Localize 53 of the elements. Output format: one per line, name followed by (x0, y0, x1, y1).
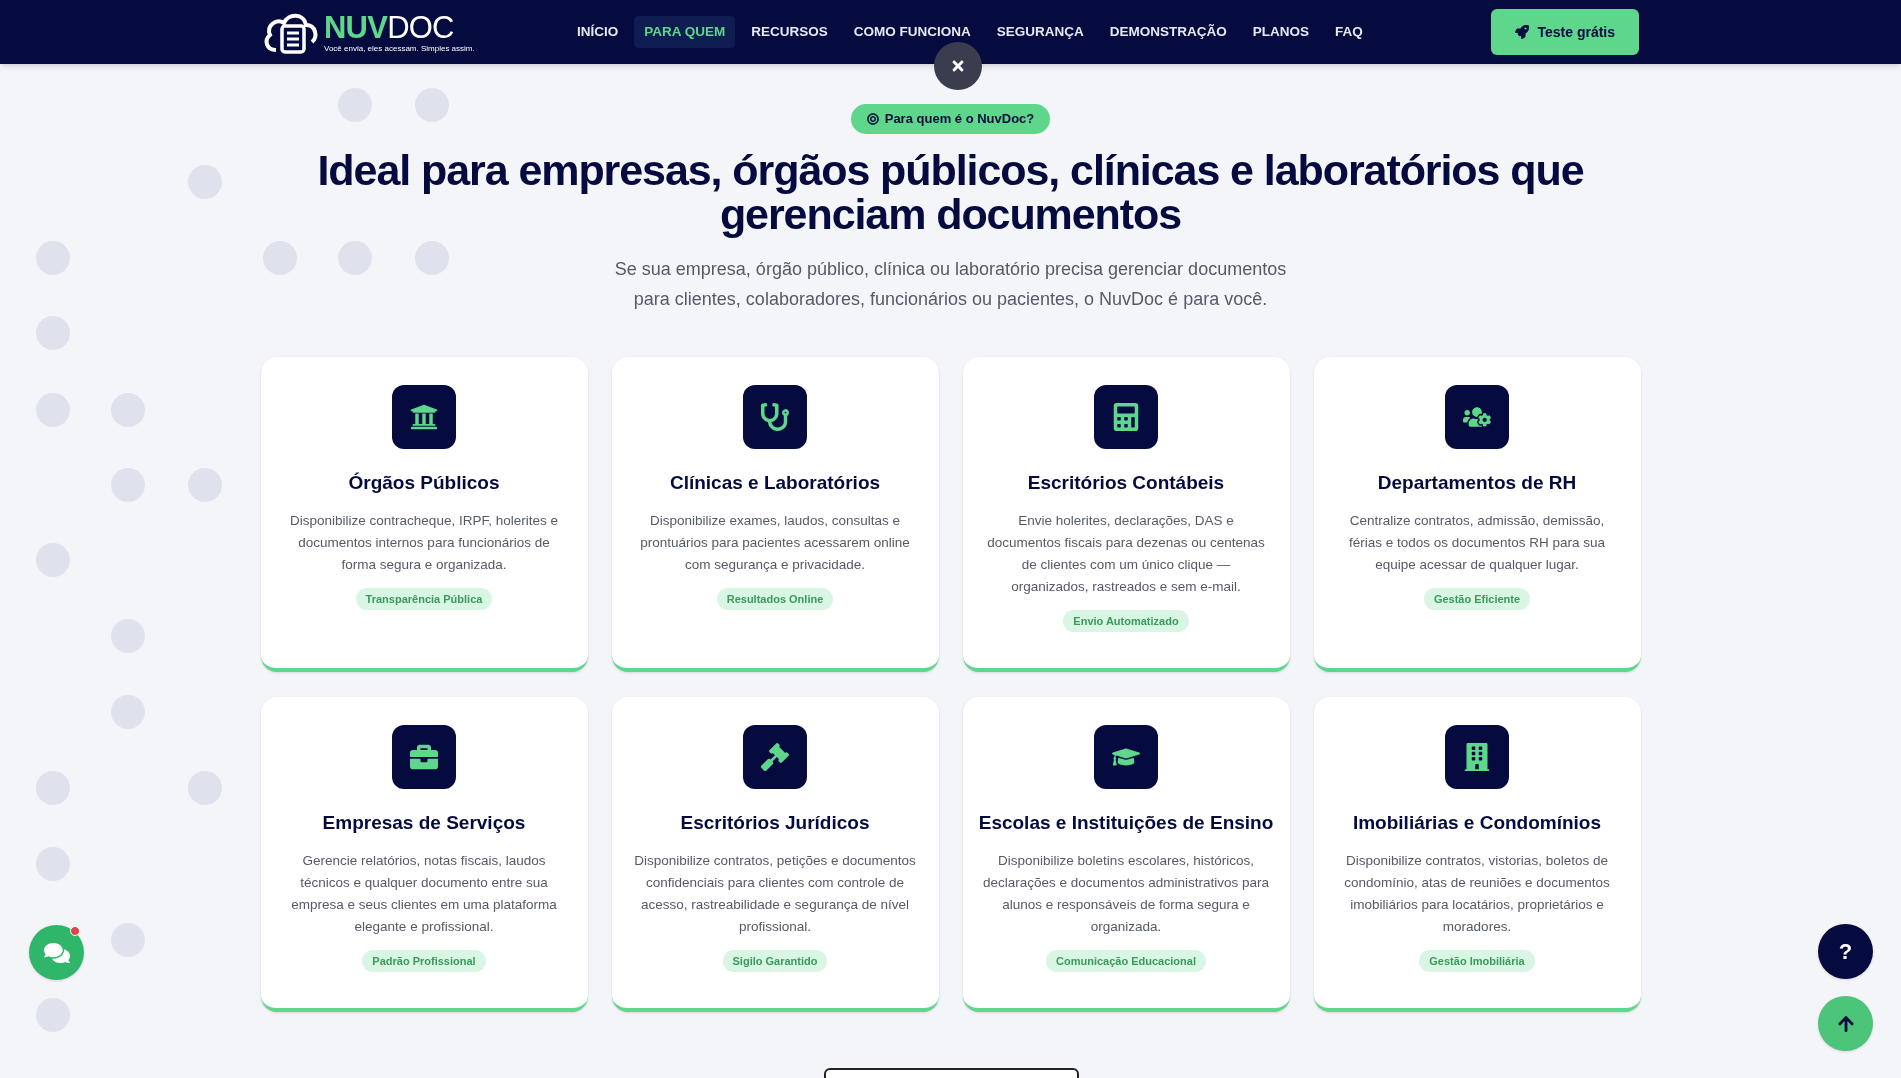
card-description: Centralize contratos, admissão, demissão, férias e todos os documentos RH para sua equipe acessar de qualquer lugar. (1348, 511, 1606, 574)
rocket-icon (1515, 25, 1530, 39)
free-trial-button[interactable]: Teste grátis (1491, 9, 1639, 55)
card-description: Envie holerites, declarações, DAS e documentos fiscais para dezenas ou centenas de clientes com um único clique — organizados, rastreados e sem e-mail. (986, 511, 1266, 596)
nav-link[interactable]: COMO FUNCIONA (843, 15, 981, 49)
card-title: Escolas e Instituições de Ensino (978, 811, 1274, 835)
section-heading: Ideal para empresas, órgãos públicos, clínicas e laboratórios que gerenciam documentos (316, 148, 1585, 236)
section-badge: Para quem é o NuvDoc? (850, 104, 1051, 134)
card-title: Escritórios Contábeis (1027, 471, 1225, 495)
calculator-icon (1112, 403, 1140, 431)
building-icon (1463, 743, 1491, 771)
nav-link[interactable]: INÍCIO (567, 15, 629, 49)
bank-icon (410, 403, 438, 431)
card-tag: Gestão Imobiliária (1419, 949, 1535, 972)
card-tag: Sigilo Garantido (722, 949, 828, 972)
target-icon (866, 113, 879, 125)
logo-wordmark-light: DOC (387, 9, 454, 45)
nav-link[interactable]: RECURSOS (741, 15, 838, 49)
close-button[interactable] (934, 42, 982, 90)
nav-link[interactable]: PLANOS (1242, 15, 1320, 49)
stethoscope-icon (761, 403, 789, 431)
nav-link[interactable]: FAQ (1325, 15, 1373, 49)
card-tag: Resultados Online (716, 587, 834, 610)
card-title: Clínicas e Laboratórios (669, 471, 881, 495)
card-title: Empresas de Serviços (322, 811, 526, 835)
logo-wordmark-bold: NUV (324, 9, 388, 45)
card-tag: Comunicação Educacional (1046, 949, 1206, 972)
card-title: Imobiliárias e Condomínios (1352, 811, 1602, 835)
card-description: Disponibilize contracheque, IRPF, holerites e documentos internos para funcionários de forma segura e organizada. (289, 511, 559, 574)
briefcase-icon (410, 743, 438, 771)
card-tag: Transparência Pública (355, 587, 493, 610)
scroll-top-button[interactable] (1818, 996, 1873, 1051)
card-description: Disponibilize exames, laudos, consultas e prontuários para pacientes acessarem online com segurança e privacidade. (639, 511, 911, 574)
card-description: Disponibilize contratos, petições e documentos confidenciais para clientes com controle de acesso, rastreabilidade e segurança de nível profissional. (633, 851, 917, 936)
card-title: Órgãos Públicos (348, 471, 500, 495)
card-tag: Envio Automatizado (1063, 609, 1189, 632)
nav-link[interactable]: PARA QUEM (634, 15, 736, 49)
close-icon (950, 58, 966, 74)
help-button[interactable]: ? (1818, 924, 1873, 979)
arrow-up-icon (1836, 1014, 1855, 1033)
card-description: Gerencie relatórios, notas fiscais, laudos técnicos e qualquer documento entre sua empresa e seus clientes em uma plataforma elegante e profissional. (290, 851, 558, 936)
gavel-icon (761, 743, 789, 771)
logo-tagline: Você envia, eles acessam. Simples assim. (324, 44, 475, 53)
card-tag: Gestão Eficiente (1423, 587, 1531, 610)
nav-link[interactable]: DEMONSTRAÇÃO (1099, 15, 1237, 49)
card-tag: Padrão Profissional (362, 949, 486, 972)
card-description: Disponibilize contratos, vistorias, boletos de condomínio, atas de reuniões e documentos imobiliários para locatários, proprietários e moradores. (1343, 851, 1611, 936)
nav-link[interactable]: SEGURANÇA (986, 15, 1094, 49)
card-title: Escritórios Jurídicos (680, 811, 870, 835)
card-description: Disponibilize boletins escolares, históricos, declarações e documentos administrativos para alunos e responsáveis de forma segura e organizada. (982, 851, 1270, 936)
card-title: Departamentos de RH (1377, 471, 1577, 495)
section-subtitle: Se sua empresa, órgão público, clínica ou laboratório precisa gerenciar documentos para clientes, colaboradores, funcionários ou pacientes, o NuvDoc é para você. (613, 258, 1288, 311)
chat-button[interactable] (29, 925, 84, 980)
